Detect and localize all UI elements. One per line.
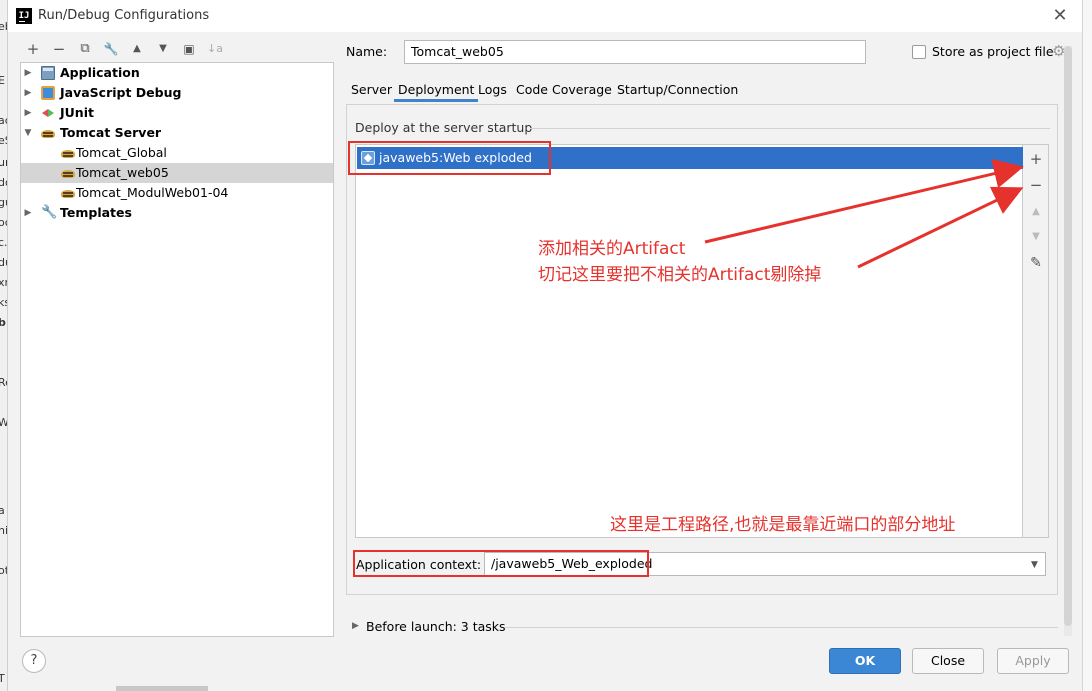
deploy-artifact-list[interactable]: javaweb5:Web exploded xyxy=(355,144,1023,538)
annotation-add-artifact: 添加相关的Artifact xyxy=(538,239,686,259)
chevron-down-icon[interactable]: ▼ xyxy=(1024,552,1046,576)
expand-arrow-icon[interactable]: ▶ xyxy=(23,63,33,83)
background-text: ac xyxy=(0,114,7,127)
deploy-section-title: Deploy at the server startup xyxy=(355,120,533,135)
background-text: ur xyxy=(0,156,7,169)
background-taskbar-strip xyxy=(116,686,208,691)
store-as-project-label[interactable]: Store as project file xyxy=(932,44,1054,59)
javascript-debug-icon xyxy=(41,86,55,100)
background-text: E xyxy=(0,74,5,87)
tree-item-label: Tomcat_ModulWeb01-04 xyxy=(76,185,229,200)
edit-defaults-icon[interactable]: 🔧 xyxy=(102,40,120,58)
window-title: Run/Debug Configurations xyxy=(38,8,210,23)
background-text: Re xyxy=(0,376,7,389)
application-icon xyxy=(41,66,55,80)
name-input[interactable]: Tomcat_web05 xyxy=(404,40,866,64)
expand-arrow-icon[interactable]: ▶ xyxy=(23,203,33,223)
edit-pencil-icon[interactable]: ✎ xyxy=(1023,252,1049,274)
tree-item-tomcat-web05[interactable]: Tomcat_web05 xyxy=(21,163,333,183)
background-text: T xyxy=(0,672,5,685)
junit-icon xyxy=(41,106,55,120)
deploy-side-toolbar: + − ▲ ▼ ✎ xyxy=(1023,144,1049,538)
remove-artifact-icon[interactable]: − xyxy=(1023,174,1049,196)
tree-item-label: JUnit xyxy=(60,105,94,120)
vertical-scrollbar[interactable] xyxy=(1064,46,1072,636)
wrench-icon: 🔧 xyxy=(41,205,58,220)
tree-item-label: JavaScript Debug xyxy=(60,85,182,100)
tomcat-icon xyxy=(41,126,55,140)
tab-deployment[interactable]: Deployment xyxy=(394,80,479,102)
tree-item-tomcat-modulweb[interactable]: Tomcat_ModulWeb01-04 xyxy=(21,183,333,203)
background-text: a xyxy=(0,504,5,517)
config-tree: ▶ Application ▶ JavaScript Debug ▶ JUnit… xyxy=(20,62,334,637)
store-as-project-checkbox[interactable] xyxy=(912,45,926,59)
background-text: c.x xyxy=(0,236,8,249)
tab-startup-connection[interactable]: Startup/Connection xyxy=(613,80,742,102)
name-label: Name: xyxy=(346,44,388,59)
collapse-arrow-icon[interactable]: ▼ xyxy=(23,123,33,143)
tree-item-application[interactable]: ▶ Application xyxy=(21,63,333,83)
tree-item-javascript-debug[interactable]: ▶ JavaScript Debug xyxy=(21,83,333,103)
move-up-icon[interactable]: ▲ xyxy=(1023,201,1049,223)
sort-icon[interactable]: ↓a xyxy=(206,40,224,58)
tree-item-tomcat-global[interactable]: Tomcat_Global xyxy=(21,143,333,163)
section-divider xyxy=(505,627,1058,628)
move-down-icon[interactable]: ▼ xyxy=(154,40,172,58)
add-config-icon[interactable]: + xyxy=(24,40,42,58)
tomcat-icon xyxy=(61,166,75,180)
background-text: oc xyxy=(0,216,7,229)
annotation-box-context xyxy=(353,550,649,577)
tomcat-icon xyxy=(61,186,75,200)
background-ide-left-strip: eb E ac eS ur do gu oc c.x du xn ks b Re… xyxy=(0,0,8,691)
before-launch-label[interactable]: Before launch: 3 tasks xyxy=(366,619,506,634)
copy-config-icon[interactable]: ⧉ xyxy=(76,40,94,58)
tab-server[interactable]: Server xyxy=(347,80,396,102)
close-window-icon[interactable]: ✕ xyxy=(1048,4,1072,28)
tree-item-templates[interactable]: ▶ 🔧 Templates xyxy=(21,203,333,223)
help-button[interactable]: ? xyxy=(22,649,46,673)
tree-item-label: Application xyxy=(60,65,140,80)
background-text: ot xyxy=(0,564,7,577)
background-text: do xyxy=(0,176,7,189)
background-text: du xyxy=(0,256,7,269)
annotation-box-artifact xyxy=(348,141,551,175)
remove-config-icon[interactable]: − xyxy=(50,40,68,58)
tomcat-icon xyxy=(61,146,75,160)
annotation-context-path: 这里是工程路径,也就是最靠近端口的部分地址 xyxy=(610,515,956,535)
background-text: W xyxy=(0,416,7,429)
background-text: eb xyxy=(0,20,7,33)
titlebar: IJ Run/Debug Configurations ✕ xyxy=(8,0,1082,32)
expand-arrow-icon[interactable]: ▶ xyxy=(23,103,33,123)
background-ide-right-strip xyxy=(1082,0,1092,691)
tree-item-label: Tomcat_web05 xyxy=(76,165,169,180)
tree-item-tomcat-server[interactable]: ▼ Tomcat Server xyxy=(21,123,333,143)
tab-logs[interactable]: Logs xyxy=(474,80,511,102)
scrollbar-thumb[interactable] xyxy=(1064,46,1072,626)
close-button[interactable]: Close xyxy=(912,648,984,674)
background-text: b xyxy=(0,316,6,329)
section-divider xyxy=(530,128,1050,129)
add-artifact-icon[interactable]: + xyxy=(1023,148,1049,170)
apply-button[interactable]: Apply xyxy=(997,648,1069,674)
background-text: gu xyxy=(0,196,7,209)
tree-item-label: Tomcat Server xyxy=(60,125,162,140)
ok-button[interactable]: OK xyxy=(829,648,901,674)
background-text: ni xyxy=(0,524,8,537)
background-text: eS xyxy=(0,134,7,147)
tree-item-junit[interactable]: ▶ JUnit xyxy=(21,103,333,123)
expand-arrow-icon[interactable]: ▶ xyxy=(23,83,33,103)
run-debug-dialog: IJ Run/Debug Configurations ✕ + − ⧉ 🔧 ▲ … xyxy=(8,0,1082,691)
move-down-icon[interactable]: ▼ xyxy=(1023,226,1049,248)
move-up-icon[interactable]: ▲ xyxy=(128,40,146,58)
background-text: ks xyxy=(0,296,7,309)
intellij-app-icon: IJ xyxy=(16,8,32,24)
tree-item-label: Templates xyxy=(60,205,132,220)
tab-code-coverage[interactable]: Code Coverage xyxy=(512,80,616,102)
tree-item-label: Tomcat_Global xyxy=(76,145,167,160)
annotation-remove-artifact: 切记这里要把不相关的Artifact剔除掉 xyxy=(538,265,822,285)
new-folder-icon[interactable]: ▣ xyxy=(180,40,198,58)
expand-arrow-icon[interactable]: ▶ xyxy=(352,621,359,631)
background-text: xn xyxy=(0,276,7,289)
